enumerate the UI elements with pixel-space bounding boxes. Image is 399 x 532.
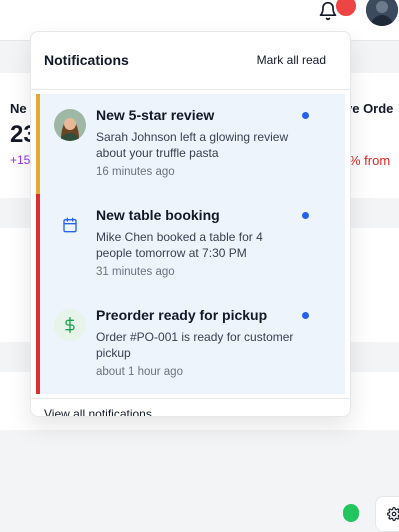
notification-title: New table booking xyxy=(96,207,220,223)
stat-right-change: % from xyxy=(349,153,391,168)
notification-message: Sarah Johnson left a glowing review abou… xyxy=(96,130,289,160)
gear-icon xyxy=(387,507,399,521)
notifications-footer: View all notifications xyxy=(31,398,350,416)
dollar-icon xyxy=(54,309,86,341)
stat-left-label: Ne xyxy=(10,101,27,116)
stat-right-label: ve Orde xyxy=(345,101,394,116)
notifications-dropdown: Notifications Mark all read New 5-star r… xyxy=(30,31,351,417)
notification-title: Preorder ready for pickup xyxy=(96,307,268,323)
mark-all-read-button[interactable]: Mark all read xyxy=(257,53,326,67)
notification-item[interactable]: Preorder ready for pickup Order #PO-001 … xyxy=(36,294,345,394)
unread-dot xyxy=(302,212,309,219)
notification-time: 16 minutes ago xyxy=(96,166,175,178)
notification-time: 31 minutes ago xyxy=(96,266,175,278)
settings-button[interactable] xyxy=(375,496,399,532)
stat-left-change: +15 xyxy=(10,153,31,167)
notification-message: Mike Chen booked a table for 4 people to… xyxy=(96,230,263,260)
view-all-notifications-link[interactable]: View all notifications xyxy=(44,407,152,416)
notification-title: New 5-star review xyxy=(96,107,215,123)
notification-list: New 5-star review Sarah Johnson left a g… xyxy=(36,94,345,394)
notifications-header: Notifications Mark all read xyxy=(31,32,350,90)
status-indicator xyxy=(343,504,359,522)
calendar-icon xyxy=(54,209,86,241)
notification-time: about 1 hour ago xyxy=(96,366,183,378)
reviewer-avatar xyxy=(54,109,86,141)
notification-count-badge xyxy=(334,0,358,18)
user-avatar[interactable] xyxy=(366,0,398,26)
unread-dot xyxy=(302,112,309,119)
notification-message: Order #PO-001 is ready for customer pick… xyxy=(96,330,294,360)
notifications-title: Notifications xyxy=(44,52,129,68)
unread-dot xyxy=(302,312,309,319)
notification-item[interactable]: New 5-star review Sarah Johnson left a g… xyxy=(36,94,345,194)
notification-item[interactable]: New table booking Mike Chen booked a tab… xyxy=(36,194,345,294)
